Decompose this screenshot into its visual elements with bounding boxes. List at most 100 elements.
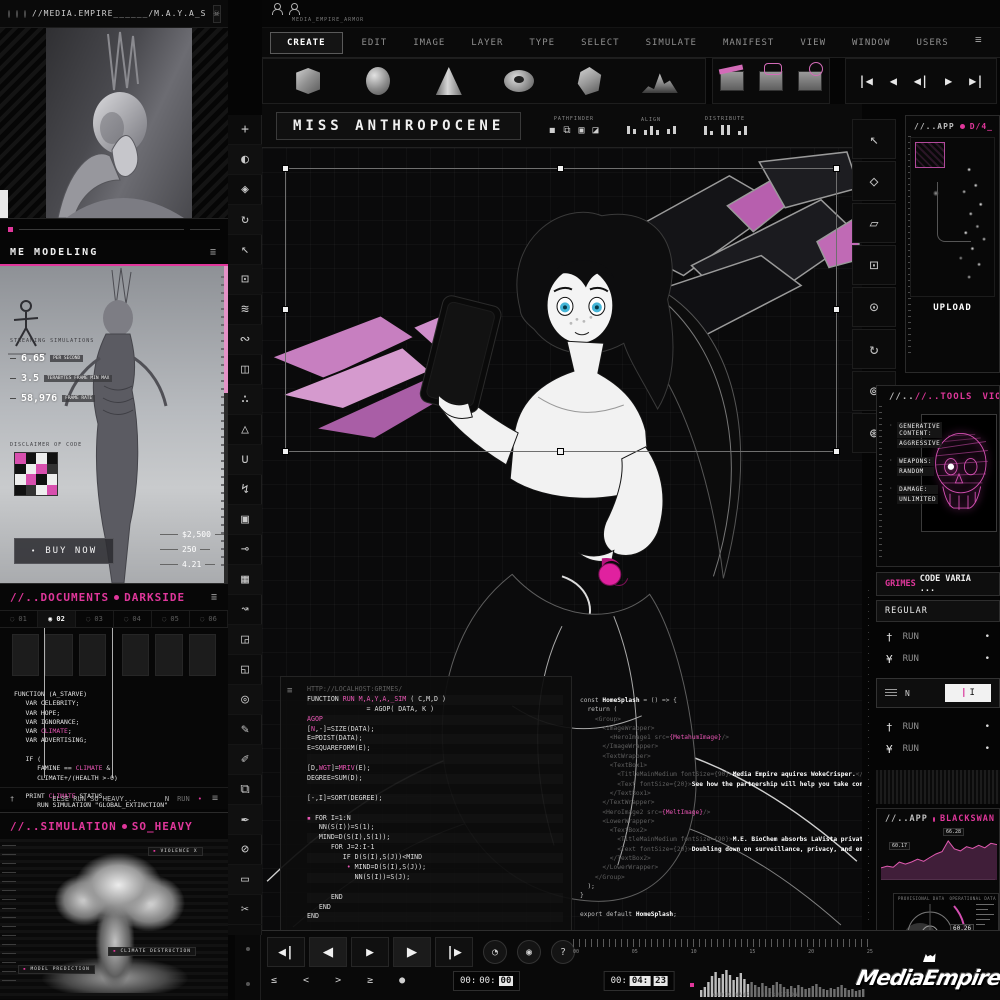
layer-fold-icon[interactable] [759,71,783,91]
tool-button[interactable]: ↖ [852,119,896,159]
menu-item[interactable]: SELECT [568,32,633,54]
user-icon[interactable] [272,3,281,14]
code-editor-right[interactable]: const HomeSplash = () => { return ( <Gro… [580,696,862,919]
menu-item[interactable]: USERS [904,32,962,54]
primitive-cube[interactable] [288,64,328,98]
help-button[interactable]: ? [551,940,575,964]
buy-now-button[interactable]: •BUY NOW [14,538,114,564]
run-row[interactable]: † RUN • [876,716,1000,738]
frame-nav-button[interactable]: < [303,975,309,986]
frame-nav-button[interactable]: > [335,975,341,986]
doc-thumbnail[interactable] [122,634,149,676]
tool-button[interactable]: ↯ [228,475,262,505]
n-input-box[interactable]: N |I [876,678,1000,708]
selection-handle[interactable] [282,448,289,455]
tool-button[interactable]: ◲ [228,625,262,655]
menu-item[interactable]: MANIFEST [710,32,787,54]
tool-button[interactable]: ⊘ [228,835,262,865]
menu-item[interactable]: LAYER [458,32,516,54]
tool-button[interactable]: ◈ [228,175,262,205]
selection-handle[interactable] [557,165,564,172]
tool-button[interactable]: ✒ [228,805,262,835]
selection-handle[interactable] [833,448,840,455]
document-tab[interactable]: ◌ 01 [0,611,38,627]
upload-button[interactable]: UPLOAD [906,303,999,313]
timeline-ruler[interactable]: 000510152025 [573,939,873,957]
code-varia-header[interactable]: GRIMES CODE VARIA ... [876,572,1000,596]
selection-handle[interactable] [557,448,564,455]
menu-item[interactable]: EDIT [349,32,401,54]
distribute-edge-icon[interactable] [738,126,747,135]
tool-button[interactable]: ∾ [228,325,262,355]
tool-button[interactable]: ◐ [228,145,262,175]
primitive-terrain[interactable] [640,64,680,98]
doc-thumbnail[interactable] [189,634,216,676]
selection-handle[interactable] [833,165,840,172]
menu-overflow-icon[interactable]: ≡ [975,33,982,46]
doc-thumbnail[interactable] [79,634,106,676]
tool-button[interactable]: △ [228,415,262,445]
menu-item[interactable]: TYPE [516,32,568,54]
selection-handle[interactable] [833,306,840,313]
record-button[interactable]: ◉ [517,940,541,964]
tool-button[interactable]: ⊡ [852,245,896,285]
frame-nav-button[interactable]: ≥ [367,975,373,986]
window-dot[interactable] [8,10,10,18]
transport-button[interactable]: ▶ [945,74,952,88]
menu-item[interactable]: IMAGE [400,32,458,54]
tool-button[interactable]: ⊙ [852,287,896,327]
doc-thumbnail[interactable] [45,634,72,676]
tool-button[interactable]: ⊡ [228,265,262,295]
skull-icon[interactable]: ☠ [213,5,221,23]
primitive-sphere[interactable] [358,64,398,98]
menu-item[interactable]: CREATE [270,32,343,54]
text-field[interactable]: |I [945,684,991,702]
primitive-polyhedron[interactable] [569,64,609,98]
document-tab[interactable]: ◌ 06 [190,611,228,627]
tool-button[interactable]: ◎ [228,685,262,715]
panel-menu-icon[interactable]: ≡ [210,247,218,258]
window-dot[interactable] [24,10,26,18]
transport-button[interactable]: ◀ [890,74,897,88]
document-tab[interactable]: ◌ 05 [152,611,190,627]
panel-menu-icon[interactable]: ≡ [211,592,218,603]
align-right-icon[interactable] [667,126,676,134]
tool-button[interactable]: ◇ [852,161,896,201]
tool-button[interactable]: ∪ [228,445,262,475]
tool-button[interactable]: ◫ [228,355,262,385]
tool-button[interactable]: ✎ [228,715,262,745]
doc-thumbnail[interactable] [12,634,39,676]
run-row[interactable]: ¥ RUN • [876,738,1000,760]
tool-button[interactable]: ⧉ [228,775,262,805]
doc-thumbnail[interactable] [155,634,182,676]
pathfinder-icon[interactable]: ▣ [578,125,584,136]
tool-button[interactable]: ✐ [228,745,262,775]
pathfinder-icon[interactable]: ◪ [593,125,599,136]
pathfinder-icon[interactable]: ◼ [549,125,555,136]
selection-handle[interactable] [282,165,289,172]
style-dropdown[interactable]: REGULAR [876,600,1000,622]
run-button[interactable]: RUN [177,795,190,803]
run-row[interactable]: † RUN • [876,626,1000,648]
run-row[interactable]: ¥ RUN • [876,648,1000,670]
forward-button[interactable]: ▶ [393,937,431,967]
tool-button[interactable]: ▭ [228,865,262,895]
frame-back-button[interactable]: ◀| [267,937,305,967]
tool-button[interactable]: ◱ [228,655,262,685]
rewind-button[interactable]: ◀ [309,937,347,967]
tool-button[interactable]: ↝ [228,595,262,625]
menu-item[interactable]: SIMULATE [633,32,710,54]
tool-button[interactable]: ▦ [228,565,262,595]
tool-button[interactable]: ≋ [228,295,262,325]
document-tab[interactable]: ◉ 02 [38,611,76,627]
distribute-v-icon[interactable] [721,125,730,135]
user-icon[interactable] [289,3,298,14]
window-dot[interactable] [16,10,18,18]
primitive-cone[interactable] [429,64,469,98]
tool-button[interactable]: + [228,115,262,145]
align-left-icon[interactable] [627,126,636,134]
tool-button[interactable]: ↖ [228,235,262,265]
primitive-torus[interactable] [499,64,539,98]
layer-ring-icon[interactable] [798,71,822,91]
align-center-icon[interactable] [644,126,659,135]
